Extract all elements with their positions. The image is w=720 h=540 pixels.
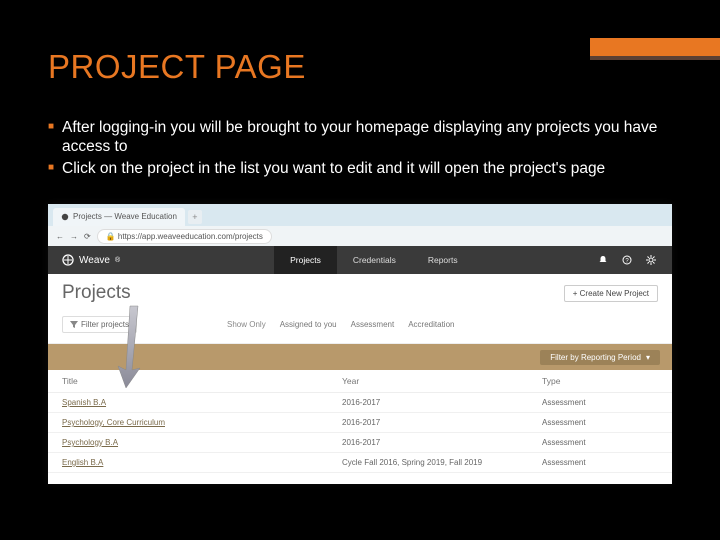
filter-chip-accreditation[interactable]: Accreditation — [408, 320, 454, 329]
tab-title: Projects — Weave Education — [73, 212, 177, 221]
row-title: Psychology, Core Curriculum — [62, 418, 342, 427]
row-type: Assessment — [542, 458, 658, 467]
page-title: Projects — [62, 282, 131, 304]
help-icon[interactable]: ? — [622, 255, 632, 265]
row-title: Spanish B.A — [62, 398, 342, 407]
filter-chip-assessment[interactable]: Assessment — [351, 320, 395, 329]
slide-bullets: After logging-in you will be brought to … — [48, 118, 672, 180]
back-icon[interactable]: ← — [56, 232, 64, 241]
row-type: Assessment — [542, 418, 658, 427]
slide-accent-bar — [590, 38, 720, 56]
row-title: Psychology B.A — [62, 438, 342, 447]
chevron-down-icon: ▾ — [646, 353, 650, 362]
nav-tabs: Projects Credentials Reports — [274, 246, 473, 274]
gear-icon[interactable] — [646, 255, 656, 265]
slide-accent-underline — [590, 56, 720, 60]
browser-tabbar: Projects — Weave Education + — [48, 204, 672, 226]
reload-icon[interactable]: ⟳ — [84, 232, 91, 241]
filter-chip-assigned[interactable]: Assigned to you — [280, 320, 337, 329]
screenshot-panel: Projects — Weave Education + ← → ⟳ 🔒 htt… — [48, 204, 672, 484]
brand-logo[interactable]: Weave® — [48, 254, 134, 266]
forward-icon[interactable]: → — [70, 232, 78, 241]
filter-bar: Filter projects Show Only Assigned to yo… — [48, 310, 672, 344]
browser-tab[interactable]: Projects — Weave Education — [53, 208, 185, 226]
slide-title: PROJECT PAGE — [48, 48, 306, 86]
reporting-period-bar: Filter by Reporting Period ▾ — [48, 344, 672, 370]
browser-urlbar: ← → ⟳ 🔒 https://app.weaveeducation.com/p… — [48, 226, 672, 246]
col-type: Type — [542, 376, 658, 386]
new-tab-button[interactable]: + — [188, 210, 202, 224]
reporting-period-button[interactable]: Filter by Reporting Period ▾ — [540, 350, 660, 365]
create-project-button[interactable]: + Create New Project — [564, 285, 658, 302]
lock-icon: 🔒 — [106, 232, 116, 241]
table-header: Title Year Type — [48, 370, 672, 393]
row-year: Cycle Fall 2016, Spring 2019, Fall 2019 — [342, 458, 542, 467]
nav-tab-reports[interactable]: Reports — [412, 246, 474, 274]
row-year: 2016-2017 — [342, 438, 542, 447]
row-type: Assessment — [542, 438, 658, 447]
table-row[interactable]: Psychology, Core Curriculum 2016-2017 As… — [48, 413, 672, 433]
filter-projects-button[interactable]: Filter projects — [62, 316, 137, 333]
row-year: 2016-2017 — [342, 418, 542, 427]
row-title: English B.A — [62, 458, 342, 467]
col-year: Year — [342, 376, 542, 386]
weave-favicon-icon — [61, 213, 69, 221]
bell-icon[interactable] — [598, 255, 608, 265]
weave-logo-icon — [62, 254, 74, 266]
row-type: Assessment — [542, 398, 658, 407]
filter-icon — [70, 321, 78, 329]
page-header: Projects + Create New Project — [48, 274, 672, 310]
table-row[interactable]: Spanish B.A 2016-2017 Assessment — [48, 393, 672, 413]
col-title: Title — [62, 376, 342, 386]
row-year: 2016-2017 — [342, 398, 542, 407]
app-navbar: Weave® Projects Credentials Reports ? — [48, 246, 672, 274]
table-row[interactable]: English B.A Cycle Fall 2016, Spring 2019… — [48, 453, 672, 473]
bullet-item: Click on the project in the list you wan… — [48, 159, 672, 178]
nav-icons: ? — [598, 255, 672, 265]
url-field[interactable]: 🔒 https://app.weaveeducation.com/project… — [97, 229, 272, 244]
table-row[interactable]: Psychology B.A 2016-2017 Assessment — [48, 433, 672, 453]
nav-tab-projects[interactable]: Projects — [274, 246, 337, 274]
show-only-label: Show Only — [227, 320, 266, 329]
nav-tab-credentials[interactable]: Credentials — [337, 246, 412, 274]
bullet-item: After logging-in you will be brought to … — [48, 118, 672, 157]
